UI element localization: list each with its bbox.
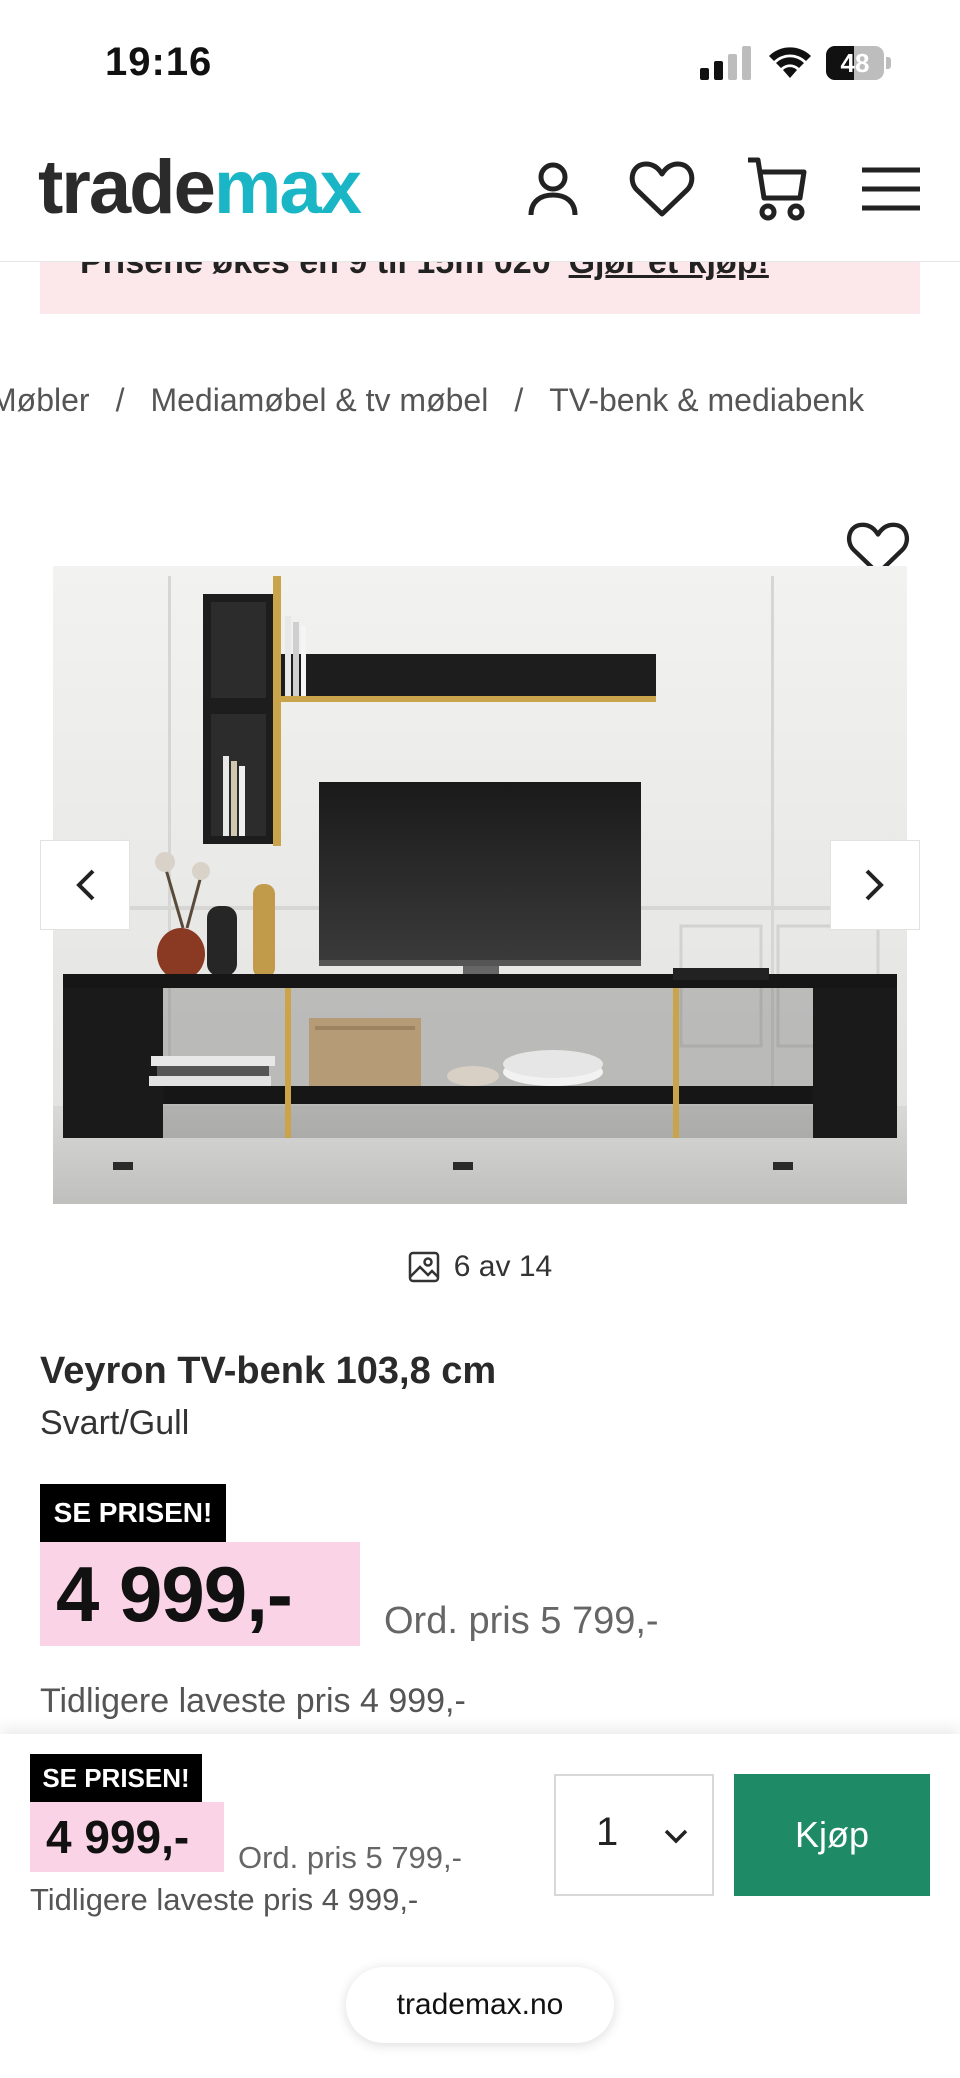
lowest-price-note: Tidligere laveste pris 4 999,- (40, 1682, 466, 1720)
logo-part-max: max (213, 145, 362, 230)
cart-button[interactable] (742, 154, 812, 224)
previous-image-button[interactable] (40, 840, 130, 930)
breadcrumb-item-tv-benk[interactable]: TV-benk & mediabenk (549, 382, 864, 426)
trademax-logo[interactable]: trademax (38, 145, 362, 230)
breadcrumb-item-mobler[interactable]: Møbler (0, 382, 90, 426)
image-counter: 6 av 14 (0, 1250, 960, 1284)
image-counter-text: 6 av 14 (453, 1250, 553, 1283)
quantity-value: 1 (596, 1810, 619, 1854)
status-bar: 19:16 48 (0, 0, 960, 120)
battery-icon: 48 (826, 46, 892, 80)
battery-level: 48 (840, 48, 870, 78)
heart-icon (629, 161, 695, 217)
breadcrumb-separator: / (514, 382, 524, 418)
breadcrumb-item-mediamobel[interactable]: Mediamøbel & tv møbel (150, 382, 488, 426)
site-header: trademax (0, 120, 960, 262)
product-title: Veyron TV-benk 103,8 cm (40, 1350, 497, 1392)
user-icon (528, 162, 578, 216)
price-badge: SE PRISEN! (40, 1484, 226, 1542)
buy-bar-ordinary-price: Ord. pris 5 799,- (238, 1840, 462, 1875)
menu-icon (862, 167, 920, 211)
wifi-icon (769, 47, 811, 78)
wishlist-button[interactable] (627, 154, 697, 224)
menu-button[interactable] (856, 154, 926, 224)
browser-url-bar[interactable]: trademax.no (346, 1967, 614, 2043)
buy-bar-lowest-price: Tidligere laveste pris 4 999,- (30, 1882, 419, 1917)
ordinary-price: Ord. pris 5 799,- (384, 1600, 659, 1642)
chevron-down-icon (664, 1829, 688, 1844)
signal-icon (700, 46, 751, 80)
buy-bar-price: 4 999,- (30, 1802, 224, 1872)
product-photo (53, 566, 907, 1204)
status-time: 19:16 (105, 40, 213, 84)
product-image[interactable] (53, 566, 907, 1204)
quantity-select[interactable]: 1 (554, 1774, 714, 1896)
logo-part-trade: trade (38, 145, 216, 230)
cart-icon (748, 157, 807, 221)
product-price: 4 999,- (40, 1542, 360, 1646)
product-variant: Svart/Gull (40, 1404, 190, 1442)
buy-button[interactable]: Kjøp (734, 1774, 930, 1896)
breadcrumb: Møbler / Mediamøbel & tv møbel / TV-benk… (0, 382, 864, 426)
buy-bar-price-badge: SE PRISEN! (30, 1754, 202, 1802)
image-icon (408, 1251, 440, 1283)
sticky-buy-bar: SE PRISEN! 4 999,- Ord. pris 5 799,- Tid… (0, 1734, 960, 2078)
next-image-button[interactable] (830, 840, 920, 930)
account-button[interactable] (518, 154, 588, 224)
chevron-left-icon (76, 869, 95, 901)
product-page: 19:16 48 trademax Prisene økes en 9 til … (0, 0, 960, 2078)
breadcrumb-separator: / (115, 382, 125, 418)
chevron-right-icon (865, 869, 884, 901)
